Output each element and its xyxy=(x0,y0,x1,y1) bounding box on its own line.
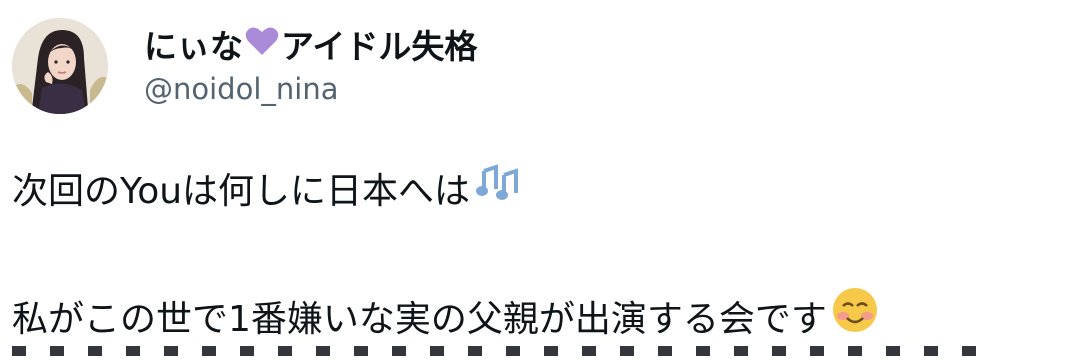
user-handle[interactable]: @noidol_nina xyxy=(144,72,338,106)
purple-heart-icon xyxy=(245,25,279,64)
tweet-text: 次回のYouは何しに日本へは 私がこの世で1番嫌いな実の父親が出演する会です xyxy=(12,160,1072,352)
display-name-part1: にぃな xyxy=(144,27,243,66)
tweet-line-2-text: 私がこの世で1番嫌いな実の父親が出演する会です xyxy=(12,299,827,340)
avatar[interactable] xyxy=(12,18,108,114)
cropped-text-line xyxy=(12,346,1072,360)
display-name[interactable]: にぃな アイドル失格 xyxy=(144,20,477,68)
tweet: にぃな アイドル失格 @noidol_nina 次回のYouは何しに日本へは 私… xyxy=(0,0,1080,356)
tweet-line-2: 私がこの世で1番嫌いな実の父親が出演する会です xyxy=(12,286,1072,355)
tweet-line-1: 次回のYouは何しに日本へは xyxy=(12,160,1072,224)
smiling-blush-face-icon xyxy=(831,286,879,355)
avatar-image xyxy=(12,18,108,114)
music-notes-icon xyxy=(474,160,522,224)
display-name-part2: アイドル失格 xyxy=(281,27,478,66)
tweet-line-1-text: 次回のYouは何しに日本へは xyxy=(12,171,471,212)
